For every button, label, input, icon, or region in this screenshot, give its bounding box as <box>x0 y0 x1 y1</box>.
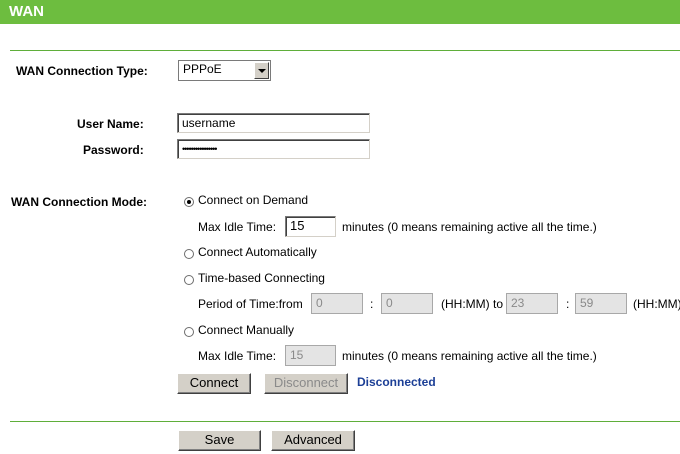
connect-button[interactable]: Connect <box>177 373 251 394</box>
time-based-label: Time-based Connecting <box>198 271 325 285</box>
save-button[interactable]: Save <box>178 430 261 451</box>
hhmm-to-label: (HH:MM) to <box>441 297 503 311</box>
top-divider <box>10 50 680 51</box>
connection-type-label: WAN Connection Type: <box>16 64 148 78</box>
from-hour-input[interactable]: 0 <box>311 293 363 314</box>
max-idle-input[interactable]: 15 <box>285 216 336 237</box>
connection-type-select[interactable]: PPPoE <box>178 60 271 81</box>
page-title: WAN <box>9 3 44 20</box>
period-label: Period of Time:from <box>198 297 303 311</box>
time-colon-2: : <box>566 297 570 311</box>
advanced-button[interactable]: Advanced <box>271 430 355 451</box>
username-input[interactable]: username <box>177 113 370 133</box>
max-idle-label: Max Idle Time: <box>198 220 277 234</box>
max-idle-suffix: minutes (0 means remaining active all th… <box>342 220 597 234</box>
manual-idle-label: Max Idle Time: <box>198 349 277 363</box>
connect-automatically-label: Connect Automatically <box>198 245 317 259</box>
manual-idle-input[interactable]: 15 <box>285 345 336 366</box>
username-label: User Name: <box>77 117 144 131</box>
password-label: Password: <box>83 143 144 157</box>
manual-idle-suffix: minutes (0 means remaining active all th… <box>342 349 597 363</box>
radio-time-based[interactable] <box>184 275 194 285</box>
disconnect-button[interactable]: Disconnect <box>264 373 348 394</box>
radio-connect-on-demand[interactable] <box>184 197 194 207</box>
chevron-down-icon[interactable] <box>254 62 269 79</box>
password-input[interactable]: •••••••••••••••• <box>177 139 370 159</box>
to-hour-input[interactable]: 23 <box>506 293 558 314</box>
from-minute-input[interactable]: 0 <box>381 293 433 314</box>
radio-connect-automatically[interactable] <box>184 249 194 259</box>
connect-on-demand-label: Connect on Demand <box>198 193 309 207</box>
bottom-divider <box>10 421 680 422</box>
page-header <box>0 0 680 24</box>
hhmm-label: (HH:MM) <box>633 297 680 311</box>
connection-mode-label: WAN Connection Mode: <box>11 195 147 209</box>
radio-connect-manually[interactable] <box>184 327 194 337</box>
time-colon-1: : <box>370 297 374 311</box>
connection-type-value: PPPoE <box>183 62 222 76</box>
connection-status: Disconnected <box>357 375 436 389</box>
to-minute-input[interactable]: 59 <box>575 293 627 314</box>
connect-manually-label: Connect Manually <box>198 323 295 337</box>
